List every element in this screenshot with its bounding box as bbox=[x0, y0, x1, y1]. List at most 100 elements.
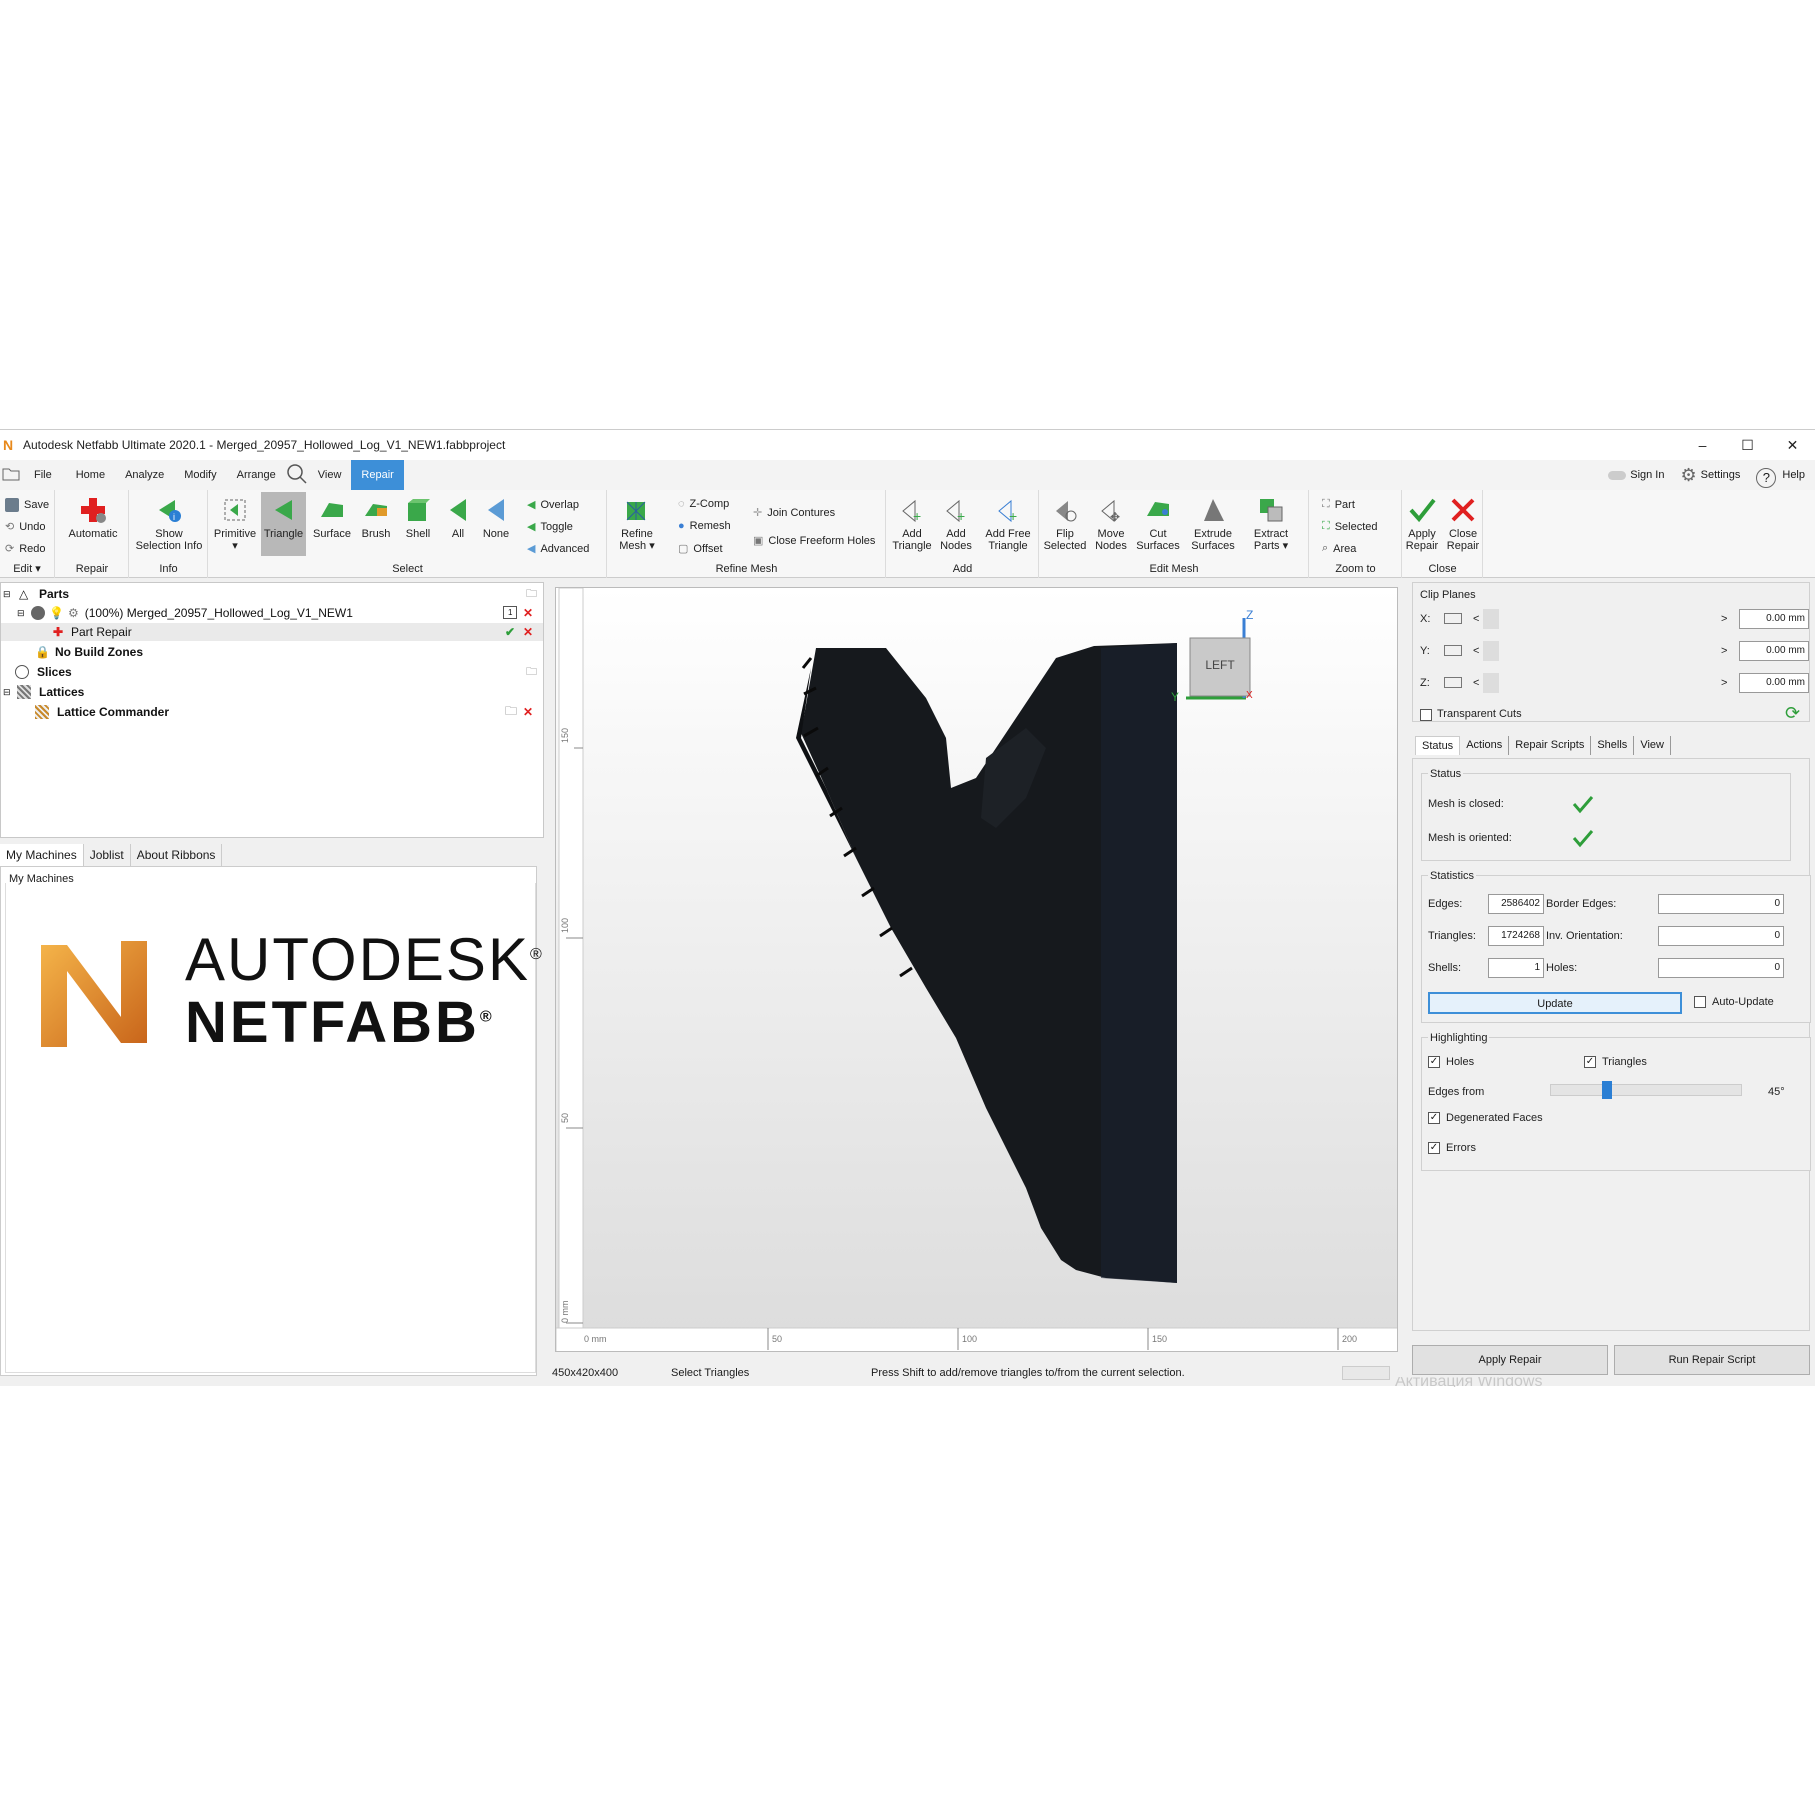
clip-x-right-arrow[interactable]: > bbox=[1721, 613, 1727, 625]
toggle-button[interactable]: ◀ Toggle bbox=[527, 520, 573, 534]
clip-z-input[interactable]: 0.00 mm bbox=[1739, 673, 1809, 693]
extract-parts-button[interactable]: Extract Parts ▾ bbox=[1246, 496, 1296, 552]
part-settings-icon[interactable]: ⚙ bbox=[68, 606, 79, 620]
join-contures-button[interactable]: ✛ Join Contures bbox=[753, 506, 835, 520]
clip-z-slider[interactable] bbox=[1483, 673, 1499, 693]
move-nodes-button[interactable]: ✥ Move Nodes bbox=[1090, 496, 1132, 552]
minimize-button[interactable]: – bbox=[1680, 430, 1725, 460]
primitive-button[interactable]: Primitive ▾ bbox=[213, 496, 257, 552]
tree-row-parts[interactable]: ⊟ △ Parts bbox=[3, 585, 69, 603]
clip-y-slider[interactable] bbox=[1483, 641, 1499, 661]
clip-y-input[interactable]: 0.00 mm bbox=[1739, 641, 1809, 661]
offset-button[interactable]: ▢ Offset bbox=[678, 542, 723, 556]
tab-about-ribbons[interactable]: About Ribbons bbox=[130, 844, 223, 866]
clip-y-right-arrow[interactable]: > bbox=[1721, 645, 1727, 657]
sign-in-button[interactable]: Sign In bbox=[1608, 460, 1664, 490]
clip-z-right-arrow[interactable]: > bbox=[1721, 677, 1727, 689]
flip-selected-button[interactable]: Flip Selected bbox=[1042, 496, 1088, 552]
triangles-checkbox[interactable]: ✓ bbox=[1584, 1056, 1596, 1068]
extrude-surfaces-button[interactable]: Extrude Surfaces bbox=[1184, 496, 1242, 552]
surface-select-button[interactable]: Surface bbox=[310, 496, 354, 540]
part-visibility-icon[interactable] bbox=[31, 606, 45, 620]
triangle-select-button[interactable]: Triangle bbox=[261, 492, 306, 556]
advanced-button[interactable]: ◀ Advanced bbox=[527, 542, 589, 556]
menu-file[interactable]: File bbox=[24, 460, 62, 490]
tree-row-lattices[interactable]: ⊟ Lattices bbox=[3, 683, 84, 701]
automatic-repair-button[interactable]: Automatic bbox=[64, 496, 122, 540]
collapse-icon[interactable]: ⊟ bbox=[3, 589, 15, 600]
remesh-button[interactable]: ● Remesh bbox=[678, 520, 731, 532]
transparent-cuts-checkbox[interactable] bbox=[1420, 709, 1432, 721]
add-triangle-button[interactable]: + Add Triangle bbox=[891, 496, 933, 552]
refine-mesh-button[interactable]: Refine Mesh ▾ bbox=[612, 496, 662, 552]
tree-row-no-build-zones[interactable]: 🔒 No Build Zones bbox=[35, 643, 143, 661]
menu-repair[interactable]: Repair bbox=[351, 460, 404, 490]
tab-view[interactable]: View bbox=[1634, 736, 1671, 755]
clip-y-toggle[interactable] bbox=[1444, 645, 1462, 656]
auto-update-checkbox[interactable] bbox=[1694, 996, 1706, 1008]
overlap-button[interactable]: ◀ Overlap bbox=[527, 498, 579, 512]
update-button[interactable]: Update bbox=[1428, 992, 1682, 1014]
select-all-button[interactable]: All bbox=[440, 496, 476, 540]
edges-angle-slider-thumb[interactable] bbox=[1601, 1081, 1612, 1099]
tree-row-slices[interactable]: Slices bbox=[15, 663, 72, 681]
clip-y-left-arrow[interactable]: < bbox=[1473, 645, 1479, 657]
tab-shells[interactable]: Shells bbox=[1591, 736, 1635, 755]
tab-actions[interactable]: Actions bbox=[1460, 736, 1510, 755]
zoom-area-button[interactable]: ⌕ Area bbox=[1322, 542, 1356, 555]
add-free-triangle-button[interactable]: + Add Free Triangle bbox=[979, 496, 1037, 552]
menu-modify[interactable]: Modify bbox=[174, 460, 226, 490]
menu-arrange[interactable]: Arrange bbox=[227, 460, 286, 490]
errors-checkbox[interactable]: ✓ bbox=[1428, 1142, 1440, 1154]
tab-status[interactable]: Status bbox=[1415, 736, 1461, 755]
redo-button[interactable]: ⟳ Redo bbox=[5, 542, 46, 556]
clip-z-left-arrow[interactable]: < bbox=[1473, 677, 1479, 689]
close-freeform-holes-button[interactable]: ▣ Close Freeform Holes bbox=[753, 534, 875, 548]
zoom-selected-button[interactable]: ⛶ Selected bbox=[1322, 520, 1378, 533]
tab-repair-scripts[interactable]: Repair Scripts bbox=[1509, 736, 1592, 755]
maximize-button[interactable]: ☐ bbox=[1725, 430, 1770, 460]
tree-row-part[interactable]: ⊟ 💡 ⚙ (100%) Merged_20957_Hollowed_Log_V… bbox=[17, 604, 542, 622]
clip-x-toggle[interactable] bbox=[1444, 613, 1462, 624]
tab-joblist[interactable]: Joblist bbox=[83, 844, 131, 866]
collapse-icon[interactable]: ⊟ bbox=[17, 608, 31, 619]
shell-select-button[interactable]: Shell bbox=[398, 496, 438, 540]
brush-select-button[interactable]: Brush bbox=[356, 496, 396, 540]
tree-row-part-repair[interactable]: ✚ Part Repair ✔ ✕ bbox=[1, 623, 543, 641]
settings-button[interactable]: ⚙ Settings bbox=[1680, 460, 1740, 490]
apply-repair-checkmark-icon[interactable]: ✔ bbox=[505, 625, 515, 639]
menu-analyze[interactable]: Analyze bbox=[115, 460, 174, 490]
view-cube-label[interactable]: LEFT bbox=[1190, 658, 1250, 672]
clip-x-input[interactable]: 0.00 mm bbox=[1739, 609, 1809, 629]
close-window-button[interactable]: ✕ bbox=[1770, 430, 1815, 460]
close-repair-ribbon-button[interactable]: Close Repair bbox=[1443, 496, 1483, 552]
apply-repair-ribbon-button[interactable]: Apply Repair bbox=[1403, 496, 1441, 552]
undo-button[interactable]: ⟲ Undo bbox=[5, 520, 46, 534]
clip-x-slider[interactable] bbox=[1483, 609, 1499, 629]
lightbulb-icon[interactable]: 💡 bbox=[49, 606, 64, 620]
remove-part-icon[interactable]: ✕ bbox=[523, 606, 533, 620]
edges-angle-slider[interactable] bbox=[1550, 1081, 1742, 1099]
show-selection-info-button[interactable]: i Show Selection Info bbox=[134, 496, 204, 552]
open-folder-icon[interactable]: 🗀 bbox=[505, 702, 517, 723]
folder-icon[interactable] bbox=[2, 467, 24, 484]
save-button[interactable]: Save bbox=[5, 498, 49, 512]
z-comp-button[interactable]: ◌ Z-Comp bbox=[678, 498, 729, 510]
menu-view[interactable]: View bbox=[308, 460, 352, 490]
edit-dropdown[interactable]: Edit ▾ bbox=[0, 562, 54, 575]
remove-lattice-icon[interactable]: ✕ bbox=[523, 705, 533, 719]
view-search-icon[interactable] bbox=[286, 463, 308, 488]
menu-home[interactable]: Home bbox=[66, 460, 115, 490]
holes-checkbox[interactable]: ✓ bbox=[1428, 1056, 1440, 1068]
select-none-button[interactable]: None bbox=[478, 496, 514, 540]
open-folder-icon[interactable]: 🗀 bbox=[526, 663, 537, 682]
open-folder-icon[interactable]: 🗀 bbox=[526, 585, 537, 604]
3d-viewport[interactable]: LEFT Z Y X 0 mm 50 100 150 200 150 100 5… bbox=[555, 587, 1398, 1352]
zoom-part-button[interactable]: ⛶ Part bbox=[1322, 498, 1355, 511]
tab-my-machines[interactable]: My Machines bbox=[0, 844, 84, 866]
cut-surfaces-button[interactable]: Cut Surfaces bbox=[1134, 496, 1182, 552]
apply-repair-button[interactable]: Apply Repair bbox=[1412, 1345, 1608, 1375]
add-nodes-button[interactable]: + Add Nodes bbox=[935, 496, 977, 552]
clip-z-toggle[interactable] bbox=[1444, 677, 1462, 688]
collapse-icon[interactable]: ⊟ bbox=[3, 687, 17, 698]
